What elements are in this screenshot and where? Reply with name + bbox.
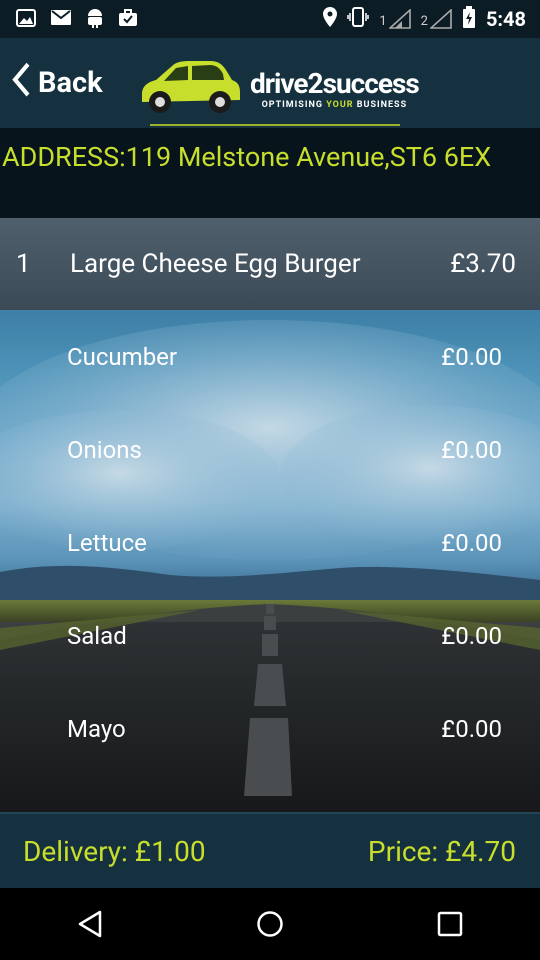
extra-item-price: £0.00 (441, 342, 502, 371)
extra-item-name: Salad (67, 621, 127, 650)
extra-item-row[interactable]: Onions £0.00 (0, 403, 540, 496)
extras-list[interactable]: Cucumber £0.00 Onions £0.00 Lettuce £0.00 Sala… (0, 310, 540, 812)
brand-tagline-suffix: BUSINESS (353, 99, 408, 110)
nav-home-button[interactable] (240, 894, 300, 954)
vibrate-icon (347, 7, 370, 31)
extra-item-name: Lettuce (67, 528, 147, 557)
order-item-row[interactable]: 1 Large Cheese Egg Burger £3.70 (0, 218, 540, 310)
chevron-left-icon (10, 60, 32, 105)
back-label: Back (38, 66, 103, 100)
circle-home-icon (257, 911, 283, 937)
square-recents-icon (437, 911, 463, 937)
extra-item-name: Onions (67, 435, 142, 464)
extra-item-name: Mayo (67, 714, 126, 743)
delivery-address: ADDRESS:119 Melstone Avenue,ST6 6EX (0, 128, 540, 218)
signal-sim1: 1 (379, 9, 411, 29)
extra-item-price: £0.00 (441, 435, 502, 464)
clock: 5:48 (485, 7, 526, 31)
nav-recents-button[interactable] (420, 894, 480, 954)
extra-item-row[interactable]: Cucumber £0.00 (0, 310, 540, 403)
status-bar: 1 2 5:48 (0, 0, 540, 38)
sim1-label: 1 (379, 14, 387, 29)
brand-tagline-prefix: OPTIMISING (261, 99, 327, 110)
sim2-label: 2 (420, 14, 428, 29)
brand-logo: drive2success OPTIMISING YOUR BUSINESS (138, 56, 420, 120)
header-divider (150, 124, 400, 126)
brand-tagline: OPTIMISING YOUR BUSINESS (262, 100, 408, 110)
android-icon (86, 8, 104, 31)
app-header: Back drive2success OPTIMISING YOUR BUSIN… (0, 38, 540, 128)
order-item-name: Large Cheese Egg Burger (70, 249, 361, 279)
extra-item-price: £0.00 (441, 528, 502, 557)
delivery-total: Delivery: £1.00 (23, 834, 206, 868)
triangle-back-icon (78, 910, 102, 938)
extra-item-price: £0.00 (441, 621, 502, 650)
car-icon (138, 56, 242, 120)
mail-icon (50, 9, 72, 29)
signal-sim2: 2 (421, 9, 452, 29)
brand-tagline-highlight: YOUR (326, 99, 354, 110)
price-total: Price: £4.70 (367, 834, 516, 868)
nav-back-button[interactable] (60, 894, 120, 954)
extra-item-name: Cucumber (67, 342, 178, 371)
battery-charging-icon (462, 6, 476, 32)
extra-item-row[interactable]: Salad £0.00 (0, 589, 540, 682)
system-navigation-bar (0, 888, 540, 960)
back-button[interactable]: Back (0, 38, 103, 128)
brand-name: drive2success (250, 66, 420, 100)
image-icon (16, 8, 36, 30)
order-totals-footer: Delivery: £1.00 Price: £4.70 (0, 812, 540, 888)
briefcase-icon (118, 8, 138, 30)
order-item-qty: 1 (16, 249, 31, 279)
extra-item-row[interactable]: Mayo £0.00 (0, 682, 540, 775)
extra-item-row[interactable]: Lettuce £0.00 (0, 496, 540, 589)
location-icon (323, 7, 338, 31)
order-item-price: £3.70 (450, 249, 516, 279)
extra-item-price: £0.00 (441, 714, 502, 743)
